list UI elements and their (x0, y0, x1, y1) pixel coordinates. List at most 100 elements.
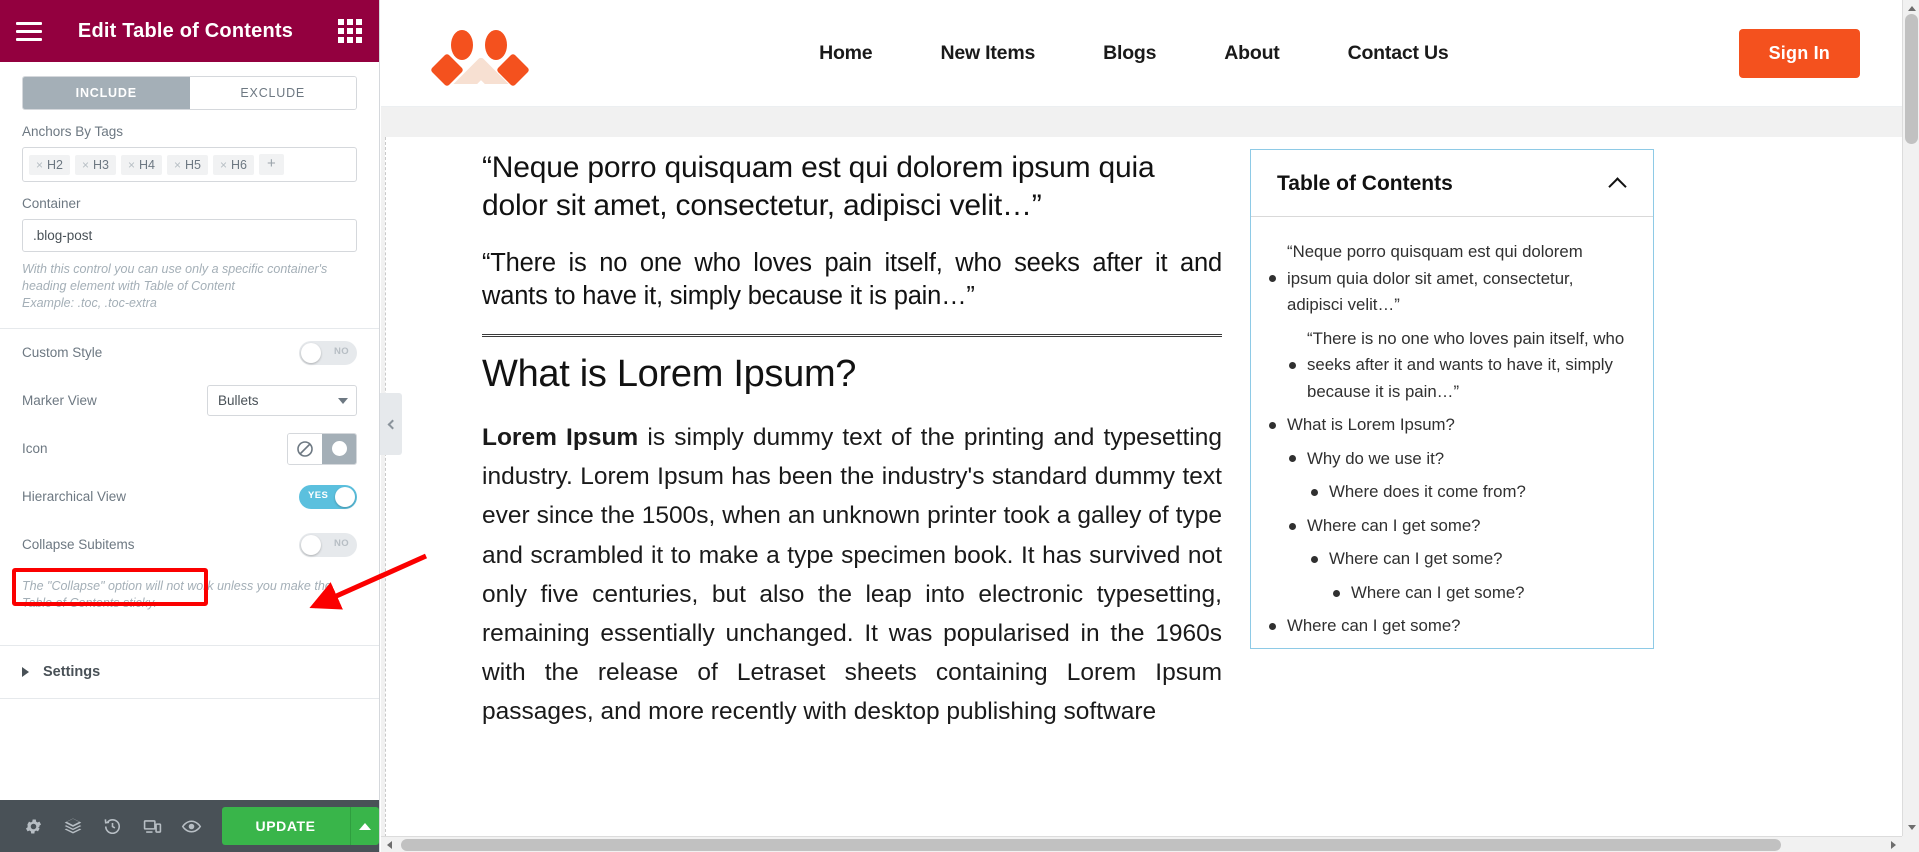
include-exclude-tabs: INCLUDE EXCLUDE (22, 76, 357, 110)
toc-item[interactable]: Where can I get some? (1289, 513, 1631, 540)
no-symbol-icon (297, 440, 313, 457)
toggle-knob (335, 486, 355, 507)
container-input[interactable] (22, 219, 357, 252)
nav-item-blogs[interactable]: Blogs (1069, 42, 1190, 65)
update-button[interactable]: UPDATE (221, 807, 350, 845)
bullet-icon (1311, 489, 1318, 497)
brand-logo-icon[interactable] (430, 22, 530, 87)
row-custom-style: Custom Style NO (22, 329, 357, 377)
collapse-subitems-toggle[interactable]: NO (299, 532, 357, 557)
settings-accordion-label: Settings (43, 664, 101, 681)
row-marker-view: Marker View Bullets (22, 377, 357, 425)
tab-include[interactable]: INCLUDE (23, 77, 190, 109)
tag-remove-icon[interactable]: × (220, 158, 227, 172)
toc-item[interactable]: “There is no one who loves pain itself, … (1289, 326, 1631, 406)
scroll-down-arrow[interactable] (1903, 819, 1919, 836)
tag-h2[interactable]: × H2 (29, 154, 70, 175)
row-collapse-subitems: Collapse Subitems NO (22, 521, 357, 569)
anchors-tag-box[interactable]: × H2 × H3 × H4 × H5 × H6 + (22, 147, 357, 182)
nav-item-contact-us[interactable]: Contact Us (1314, 42, 1483, 65)
site-nav: Home New Items Blogs About Contact Us (529, 42, 1739, 65)
row-icon: Icon (22, 425, 357, 473)
icon-circle-option[interactable] (322, 433, 356, 464)
collapse-help-text: The "Collapse" option will not work unle… (22, 578, 332, 610)
tag-remove-icon[interactable]: × (36, 158, 43, 172)
toc-item[interactable]: Where can I get some? (1311, 546, 1631, 573)
toc-item[interactable]: What is Lorem Ipsum? (1269, 412, 1631, 439)
toggle-knob (301, 534, 321, 555)
custom-style-label: Custom Style (22, 345, 103, 361)
sign-in-button[interactable]: Sign In (1738, 28, 1860, 78)
site-header: Home New Items Blogs About Contact Us Si… (381, 0, 1902, 107)
tag-label: H5 (185, 157, 201, 172)
tag-label: H2 (47, 157, 63, 172)
article-body-rest: is simply dummy text of the printing and… (482, 423, 1222, 726)
marker-view-select[interactable]: Bullets (207, 385, 357, 417)
bullet-icon (1269, 623, 1276, 631)
table-of-contents-widget: Table of Contents “Neque porro quisquam … (1250, 149, 1654, 649)
toc-title: Table of Contents (1277, 172, 1453, 195)
bullet-icon (1289, 522, 1296, 530)
toc-item-label: Why do we use it? (1307, 448, 1445, 468)
scroll-right-arrow[interactable] (1885, 837, 1902, 852)
chevron-up-icon[interactable] (1608, 176, 1627, 196)
panel-body: INCLUDE EXCLUDE Anchors By Tags × H2 × H3 … (0, 62, 379, 800)
toc-item[interactable]: Where does it come from? (1311, 479, 1631, 506)
toc-item[interactable]: “Neque porro quisquam est qui dolorem ip… (1269, 239, 1631, 319)
vertical-scroll-thumb[interactable] (1905, 14, 1918, 144)
layers-icon[interactable] (54, 800, 94, 852)
update-options-button[interactable] (349, 807, 379, 845)
icon-none-option[interactable] (288, 433, 322, 464)
history-icon[interactable] (93, 800, 133, 852)
tag-remove-icon[interactable]: × (82, 158, 89, 172)
article-heading: What is Lorem Ipsum? (482, 352, 857, 395)
add-tag-button[interactable]: + (259, 154, 284, 175)
toc-item-label: “There is no one who loves pain itself, … (1307, 328, 1625, 401)
nav-item-new-items[interactable]: New Items (906, 42, 1069, 65)
scroll-left-arrow[interactable] (381, 837, 398, 852)
tag-h3[interactable]: × H3 (75, 154, 116, 175)
tag-remove-icon[interactable]: × (128, 158, 135, 172)
horizontal-scroll-thumb[interactable] (401, 839, 1781, 851)
hierarchical-view-toggle[interactable]: YES (299, 484, 357, 509)
nav-item-home[interactable]: Home (785, 42, 906, 65)
article-quote-2: “There is no one who loves pain itself, … (482, 249, 1222, 310)
vertical-scrollbar[interactable] (1902, 0, 1919, 836)
toc-item[interactable]: Where can I get some? (1333, 580, 1631, 607)
grid-icon[interactable] (337, 18, 363, 44)
custom-style-toggle[interactable]: NO (299, 340, 357, 365)
marker-view-select-wrap: Bullets (207, 385, 357, 417)
bullet-icon (1269, 275, 1276, 283)
article-body-lead: Lorem Ipsum (482, 423, 639, 451)
toc-item[interactable]: Why do we use it? (1289, 446, 1631, 473)
gear-icon[interactable] (14, 800, 54, 852)
tag-h6[interactable]: × H6 (213, 154, 254, 175)
marker-view-label: Marker View (22, 393, 97, 409)
toc-item[interactable]: Where can I get some? (1269, 613, 1631, 640)
tag-label: H6 (231, 157, 247, 172)
toc-item-label: Where can I get some? (1307, 515, 1481, 535)
bullet-icon (1269, 421, 1276, 429)
responsive-icon[interactable] (133, 800, 173, 852)
nav-item-about[interactable]: About (1190, 42, 1313, 65)
editor-canvas: “Neque porro quisquam est qui dolorem ip… (381, 107, 1902, 852)
chevron-right-icon (22, 667, 29, 678)
tag-h5[interactable]: × H5 (167, 154, 208, 175)
article: “Neque porro quisquam est qui dolorem ip… (482, 137, 1222, 852)
horizontal-scrollbar[interactable] (381, 836, 1902, 852)
container-field: Container (22, 196, 357, 252)
triangle-left-icon (387, 841, 392, 849)
toc-item-label: “Neque porro quisquam est qui dolorem ip… (1287, 242, 1583, 315)
panel-collapse-handle[interactable] (380, 393, 402, 455)
preview-eye-icon[interactable] (172, 800, 212, 852)
tag-label: H4 (139, 157, 155, 172)
bullet-icon (1289, 361, 1296, 369)
article-divider (482, 333, 1222, 337)
tag-h4[interactable]: × H4 (121, 154, 162, 175)
anchors-by-tags-label: Anchors By Tags (22, 124, 124, 139)
bullet-icon (1289, 455, 1296, 463)
settings-accordion[interactable]: Settings (0, 645, 379, 700)
tab-exclude[interactable]: EXCLUDE (189, 77, 356, 109)
panel-footer: UPDATE (0, 800, 379, 852)
tag-remove-icon[interactable]: × (174, 158, 181, 172)
